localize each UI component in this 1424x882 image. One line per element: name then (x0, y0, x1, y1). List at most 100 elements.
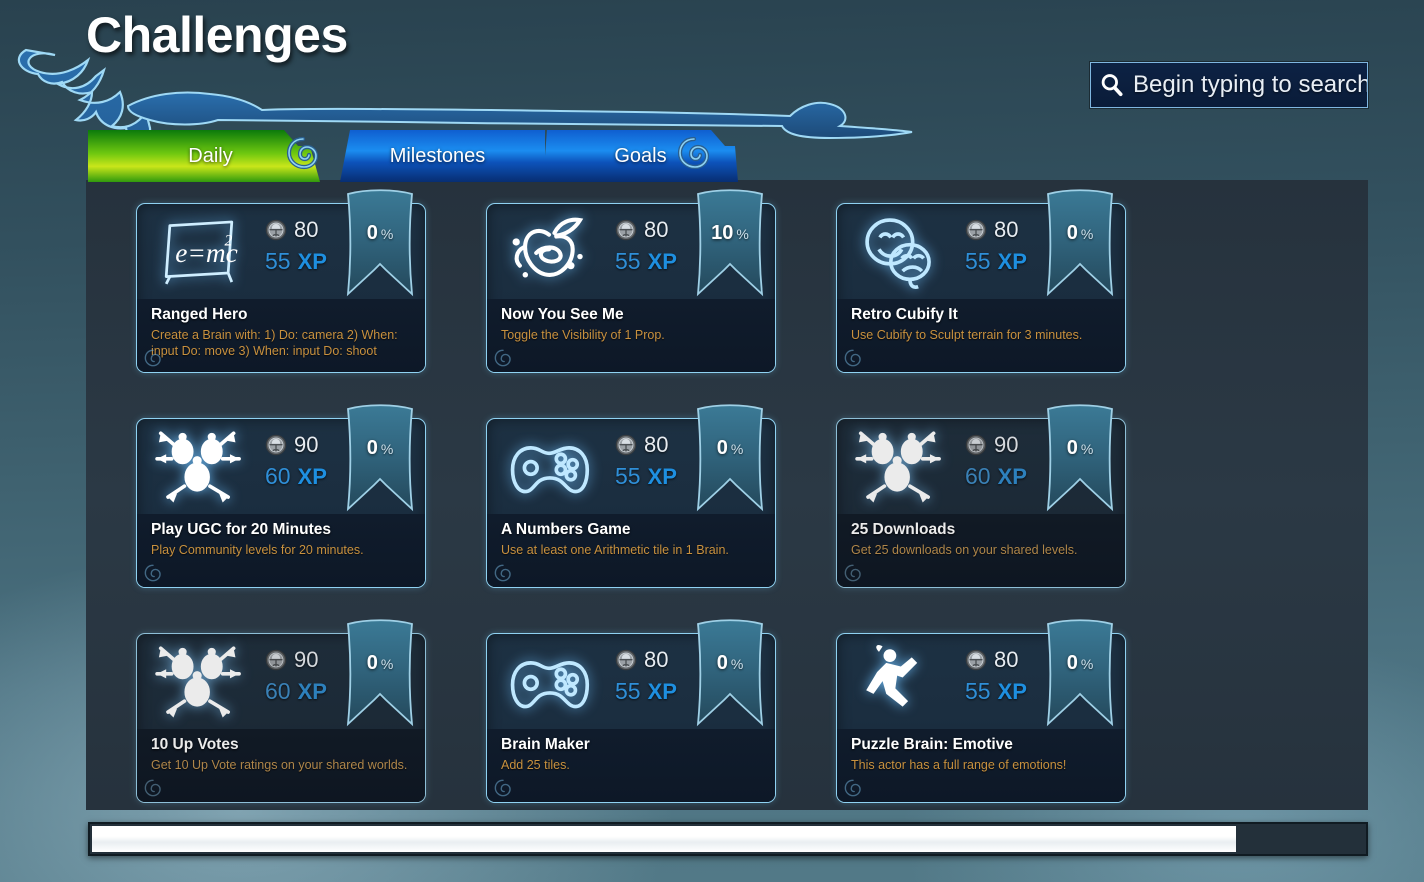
xp-value: 55 (615, 678, 641, 704)
card-stats: 80 55 XP (965, 646, 1027, 705)
card-stats: 80 55 XP (615, 431, 677, 490)
card-stats: 90 60 XP (265, 646, 327, 705)
card-description: This actor has a full range of emotions! (851, 758, 1067, 772)
progress-text: 0 % (717, 652, 744, 675)
challenge-grid: 80 55 XP Ranged Hero Create a Brain with… (86, 180, 1368, 810)
page-title: Challenges (86, 7, 348, 63)
challenge-card-wrap: 80 55 XP Retro Cubify It Use Cubify to S… (810, 188, 1160, 403)
percent-symbol: % (1080, 226, 1094, 242)
progress-percent-value: 0 (1066, 222, 1078, 244)
progress-ribbon: 0 % (1042, 403, 1118, 528)
challenge-card-wrap: 80 55 XP Puzzle Brain: Emotive This acto… (810, 618, 1160, 810)
tab-swirl-ornament-2 (677, 136, 710, 170)
card-stats: 80 55 XP (615, 646, 677, 705)
scrollbar-thumb[interactable] (92, 826, 1237, 852)
card-corner-swirl-icon (844, 349, 861, 367)
multiplayer-spread-icon (151, 640, 247, 724)
xp-reward: 55 XP (265, 248, 327, 275)
tab-bar: Daily Milestones Goals (88, 130, 738, 182)
apple-orbit-icon (501, 210, 597, 294)
coin-value: 80 (294, 217, 319, 242)
xp-value: 55 (965, 248, 991, 274)
progress-percent-value: 10 (711, 222, 734, 244)
coin-reward: 80 (615, 646, 677, 674)
comedy-tragedy-masks-icon (851, 210, 947, 294)
tab-milestones-label: Milestones (389, 144, 486, 167)
search-box[interactable]: Begin typing to search (1090, 62, 1368, 108)
progress-ribbon: 0 % (342, 188, 418, 313)
running-figure-icon (851, 640, 947, 724)
coin-reward: 90 (265, 431, 327, 459)
tab-daily-label: Daily (188, 144, 233, 167)
card-description: Add 25 tiles. (501, 758, 570, 772)
progress-ribbon: 0 % (342, 403, 418, 528)
progress-ribbon: 0 % (692, 618, 768, 743)
card-stats: 80 55 XP (265, 216, 327, 275)
coin-icon (265, 219, 287, 241)
coin-reward: 80 (965, 646, 1027, 674)
xp-label: XP (297, 679, 327, 704)
card-description: Toggle the Visibility of 1 Prop. (501, 328, 665, 342)
xp-label: XP (997, 249, 1027, 274)
coin-icon (615, 434, 637, 456)
multiplayer-spread-icon (851, 425, 947, 509)
progress-text: 0 % (1067, 222, 1094, 245)
search-icon (1101, 74, 1123, 97)
xp-value: 55 (265, 248, 291, 274)
horizontal-scrollbar[interactable] (88, 822, 1368, 856)
card-description: Play Community levels for 20 minutes. (151, 543, 364, 557)
progress-percent-value: 0 (1066, 652, 1078, 674)
coin-value: 90 (994, 432, 1019, 457)
card-corner-swirl-icon (494, 564, 511, 582)
search-input[interactable]: Begin typing to search (1133, 71, 1367, 99)
xp-reward: 60 XP (965, 463, 1027, 490)
progress-percent-value: 0 (366, 437, 378, 459)
tab-swirl-ornament-1 (286, 136, 319, 170)
card-corner-swirl-icon (494, 349, 511, 367)
percent-symbol: % (730, 656, 744, 672)
card-corner-swirl-icon (144, 779, 161, 797)
progress-text: 0 % (367, 437, 394, 460)
xp-label: XP (297, 464, 327, 489)
coin-reward: 80 (615, 216, 677, 244)
xp-value: 60 (265, 463, 291, 489)
xp-reward: 55 XP (615, 678, 677, 705)
coin-value: 80 (994, 647, 1019, 672)
xp-label: XP (647, 464, 677, 489)
xp-value: 55 (615, 463, 641, 489)
card-stats: 80 55 XP (965, 216, 1027, 275)
card-description: Create a Brain with: 1) Do: camera 2) Wh… (151, 328, 398, 358)
card-corner-swirl-icon (144, 564, 161, 582)
equation-board-icon (151, 210, 247, 294)
card-description: Use Cubify to Sculpt terrain for 3 minut… (851, 328, 1083, 342)
coin-icon (265, 649, 287, 671)
percent-symbol: % (736, 226, 749, 242)
challenge-card-wrap: 80 55 XP Brain Maker Add 25 tiles. 0 % (460, 618, 810, 810)
xp-label: XP (997, 679, 1027, 704)
challenge-card-wrap: 80 55 XP A Numbers Game Use at least one… (460, 403, 810, 618)
challenge-card-wrap: 90 60 XP Play UGC for 20 Minutes Play Co… (110, 403, 460, 618)
card-description: Get 25 downloads on your shared levels. (851, 543, 1078, 557)
coin-icon (965, 434, 987, 456)
challenge-card-wrap: 90 60 XP 25 Downloads Get 25 downloads o… (810, 403, 1160, 618)
percent-symbol: % (730, 441, 744, 457)
challenge-card-wrap: 90 60 XP 10 Up Votes Get 10 Up Vote rati… (110, 618, 460, 810)
xp-reward: 60 XP (265, 463, 327, 490)
xp-label: XP (647, 679, 677, 704)
xp-value: 55 (615, 248, 641, 274)
gamepad-icon (501, 425, 597, 509)
coin-icon (615, 219, 637, 241)
percent-symbol: % (1080, 656, 1094, 672)
card-corner-swirl-icon (494, 779, 511, 797)
card-stats: 80 55 XP (615, 216, 677, 275)
challenges-panel: 80 55 XP Ranged Hero Create a Brain with… (86, 180, 1368, 810)
multiplayer-spread-icon (151, 425, 247, 509)
tab-milestones[interactable]: Milestones (330, 130, 545, 182)
xp-value: 55 (965, 678, 991, 704)
coin-icon (615, 649, 637, 671)
percent-symbol: % (380, 656, 394, 672)
progress-ribbon: 0 % (692, 403, 768, 528)
xp-reward: 55 XP (965, 248, 1027, 275)
xp-reward: 55 XP (965, 678, 1027, 705)
card-corner-swirl-icon (844, 564, 861, 582)
